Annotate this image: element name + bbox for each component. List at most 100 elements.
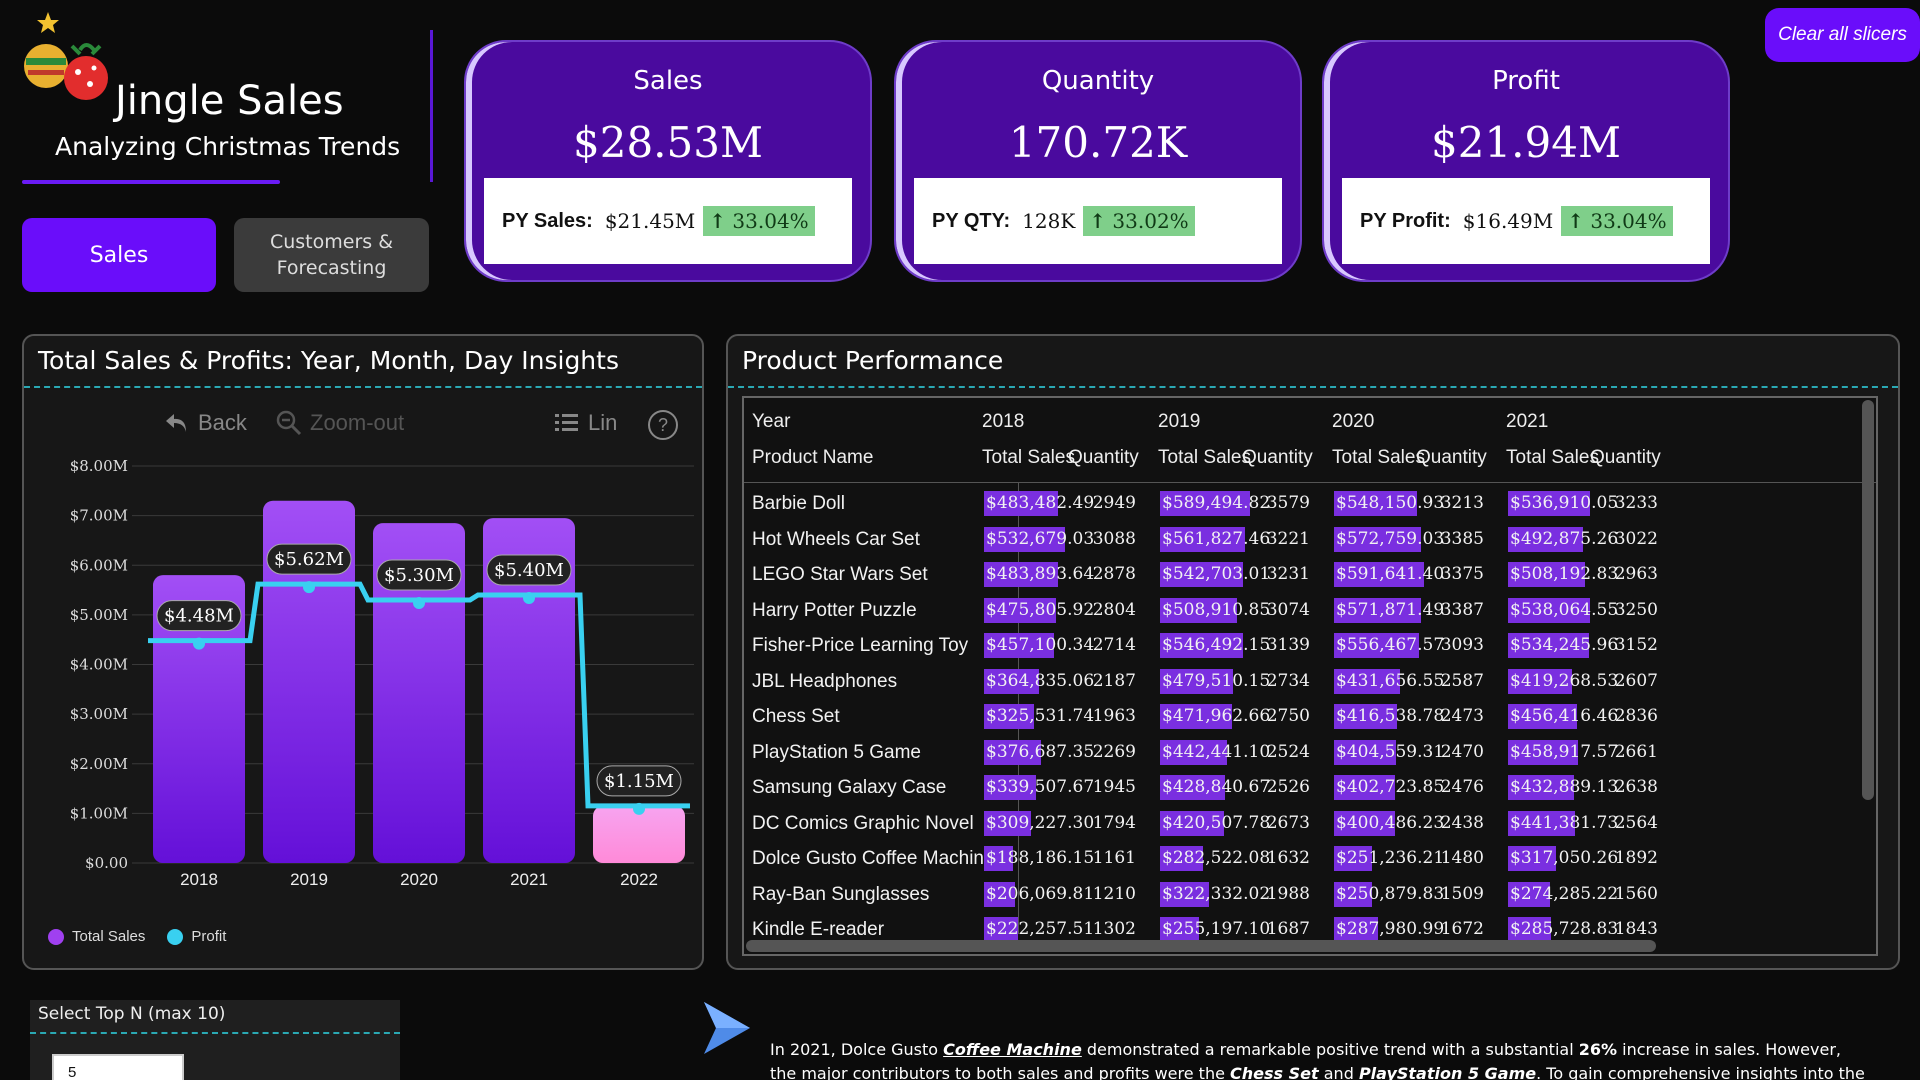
y-tick-label: $7.00M: [70, 507, 128, 525]
quantity-header[interactable]: Quantity: [1416, 447, 1487, 469]
kpi-py-label: PY QTY:: [932, 209, 1011, 232]
table-row[interactable]: PlayStation 5 Game $376,687.35 2269 $442,44…: [744, 735, 1876, 770]
kpi-change-value: 33.04%: [732, 209, 809, 233]
total-sales-header[interactable]: Total Sales: [1332, 447, 1425, 469]
christmas-ornament-icon: [24, 12, 108, 100]
kpi-card-quantity: Quantity 170.72K PY QTY: 128K ↑ 33.02%: [894, 40, 1302, 282]
table-row[interactable]: DC Comics Graphic Novel $309,227.30 1794 $4…: [744, 806, 1876, 841]
quantity-cell: 2734: [1266, 670, 1310, 691]
quantity-cell: 1210: [1092, 883, 1136, 904]
chevron-right-icon: [704, 1002, 750, 1054]
y-tick-label: $4.00M: [70, 656, 128, 674]
quantity-header[interactable]: Quantity: [1068, 447, 1139, 469]
y-tick-label: $8.00M: [70, 457, 128, 475]
product-name-cell: DC Comics Graphic Novel: [752, 812, 974, 834]
quantity-cell: 1945: [1092, 777, 1136, 797]
product-name-cell: PlayStation 5 Game: [752, 741, 921, 763]
total-sales-header[interactable]: Total Sales: [982, 447, 1075, 469]
product-name-cell: Chess Set: [752, 706, 840, 727]
horizontal-scrollbar[interactable]: [746, 940, 1656, 952]
kpi-change-badge: ↑ 33.02%: [1083, 206, 1195, 236]
product-name-cell: Samsung Galaxy Case: [752, 777, 947, 798]
lin-label: Lin: [588, 410, 618, 435]
y-tick-label: $6.00M: [70, 556, 128, 574]
product-name-cell: Fisher-Price Learning Toy: [752, 635, 969, 656]
quantity-cell: 2878: [1092, 564, 1136, 584]
quantity-cell: 3152: [1614, 635, 1658, 655]
back-arrow-icon: [166, 414, 186, 432]
quantity-cell: 2638: [1614, 777, 1658, 797]
brand-underline: [22, 180, 280, 184]
kpi-value: $28.53M: [573, 118, 763, 167]
chart-legend: Total Sales Profit: [48, 928, 226, 945]
table-column-header-row: Product Name Total Sales Quantity Total Sa…: [744, 440, 1876, 476]
product-name-cell: Ray-Ban Sunglasses: [752, 883, 930, 905]
kpi-py-label: PY Sales:: [502, 209, 593, 232]
total-sales-header[interactable]: Total Sales: [1506, 447, 1599, 469]
up-arrow-icon: ↑: [709, 209, 727, 233]
table-row[interactable]: LEGO Star Wars Set $483,893.64 2878 $542,70…: [744, 557, 1876, 592]
kpi-title: Sales: [633, 66, 703, 96]
kpi-change-badge: ↑ 33.04%: [1561, 206, 1673, 236]
product-name-cell: LEGO Star Wars Set: [752, 564, 928, 585]
nav-sales-button[interactable]: Sales: [22, 218, 216, 292]
table-row[interactable]: Ray-Ban Sunglasses $206,069.81 1210 $322,33…: [744, 877, 1876, 912]
year-header[interactable]: 2018: [982, 411, 1024, 433]
panel-divider: [728, 386, 1898, 388]
quantity-cell: 2963: [1614, 564, 1658, 584]
up-arrow-icon: ↑: [1089, 209, 1107, 233]
legend-item-total-sales[interactable]: Total Sales: [48, 928, 145, 945]
year-header[interactable]: 2019: [1158, 411, 1200, 433]
quantity-cell: 1480: [1440, 848, 1484, 868]
top-n-input[interactable]: 5: [52, 1054, 184, 1080]
product-name-cell: Harry Potter Puzzle: [752, 599, 917, 621]
table-row[interactable]: Chess Set $325,531.74 1963 $471,962.66 2750 $…: [744, 699, 1876, 734]
quantity-cell: 2526: [1266, 777, 1310, 797]
quantity-cell: 2750: [1266, 706, 1310, 726]
kpi-py-value: $21.45M: [604, 209, 696, 233]
insight-part: demonstrated a remarkable positive trend…: [1081, 1040, 1579, 1059]
kpi-value: $21.94M: [1431, 118, 1621, 167]
table-row[interactable]: Barbie Doll $483,482.49 2949 $589,494.82 357…: [744, 486, 1876, 521]
product-name-cell: JBL Headphones: [752, 670, 898, 692]
table-row[interactable]: JBL Headphones $364,835.06 2187 $479,510.15…: [744, 664, 1876, 699]
profit-point-2018: [193, 637, 205, 650]
quantity-cell: 3088: [1092, 528, 1136, 549]
clear-all-slicers-button[interactable]: Clear all slicers: [1765, 8, 1920, 62]
up-arrow-icon: ↑: [1567, 209, 1584, 233]
vertical-scrollbar[interactable]: [1862, 400, 1874, 800]
year-header[interactable]: 2020: [1332, 411, 1374, 433]
table-row[interactable]: Fisher-Price Learning Toy $457,100.34 2714…: [744, 628, 1876, 663]
header-divider: [430, 30, 433, 182]
table-row[interactable]: Harry Potter Puzzle $475,805.92 2804 $508,9…: [744, 593, 1876, 628]
kpi-change-value: 33.04%: [1590, 209, 1667, 233]
nav-customers-forecasting-button[interactable]: Customers & Forecasting: [234, 218, 429, 292]
back-button[interactable]: Back: [164, 410, 247, 436]
quantity-cell: 2438: [1440, 812, 1484, 833]
total-sales-header[interactable]: Total Sales: [1158, 447, 1251, 469]
zoom-out-button[interactable]: Zoom-out: [276, 410, 404, 436]
quantity-cell: 3385: [1440, 528, 1484, 549]
year-header[interactable]: 2021: [1506, 411, 1548, 433]
insight-link-playstation[interactable]: PlayStation 5 Game: [1359, 1064, 1536, 1080]
kpi-value: 170.72K: [1008, 118, 1188, 167]
y-tick-label: $5.00M: [70, 606, 128, 624]
x-tick-label: 2021: [510, 870, 548, 889]
quantity-cell: 3022: [1614, 528, 1658, 549]
table-row[interactable]: Hot Wheels Car Set $532,679.03 3088 $561,82…: [744, 522, 1876, 557]
help-button[interactable]: ?: [648, 410, 678, 440]
quantity-header[interactable]: Quantity: [1590, 447, 1661, 469]
linear-scale-button[interactable]: Lin: [554, 410, 617, 436]
insight-link-chess-set[interactable]: Chess Set: [1230, 1064, 1319, 1080]
legend-item-profit[interactable]: Profit: [167, 928, 226, 945]
kpi-title: Quantity: [1041, 66, 1155, 96]
quantity-header[interactable]: Quantity: [1242, 447, 1313, 469]
table-row[interactable]: Dolce Gusto Coffee Machine $188,186.15 116…: [744, 841, 1876, 876]
table-row[interactable]: Samsung Galaxy Case $339,507.67 1945 $428,8…: [744, 770, 1876, 805]
quantity-cell: 2673: [1266, 812, 1310, 833]
insight-link-coffee-machine[interactable]: Coffee Machine: [943, 1040, 1082, 1059]
quantity-cell: 1988: [1266, 883, 1310, 904]
y-tick-label: $2.00M: [70, 755, 128, 773]
profit-point-2022: [633, 802, 645, 815]
brand-block: Jingle Sales Analyzing Christmas Trends: [20, 10, 430, 190]
